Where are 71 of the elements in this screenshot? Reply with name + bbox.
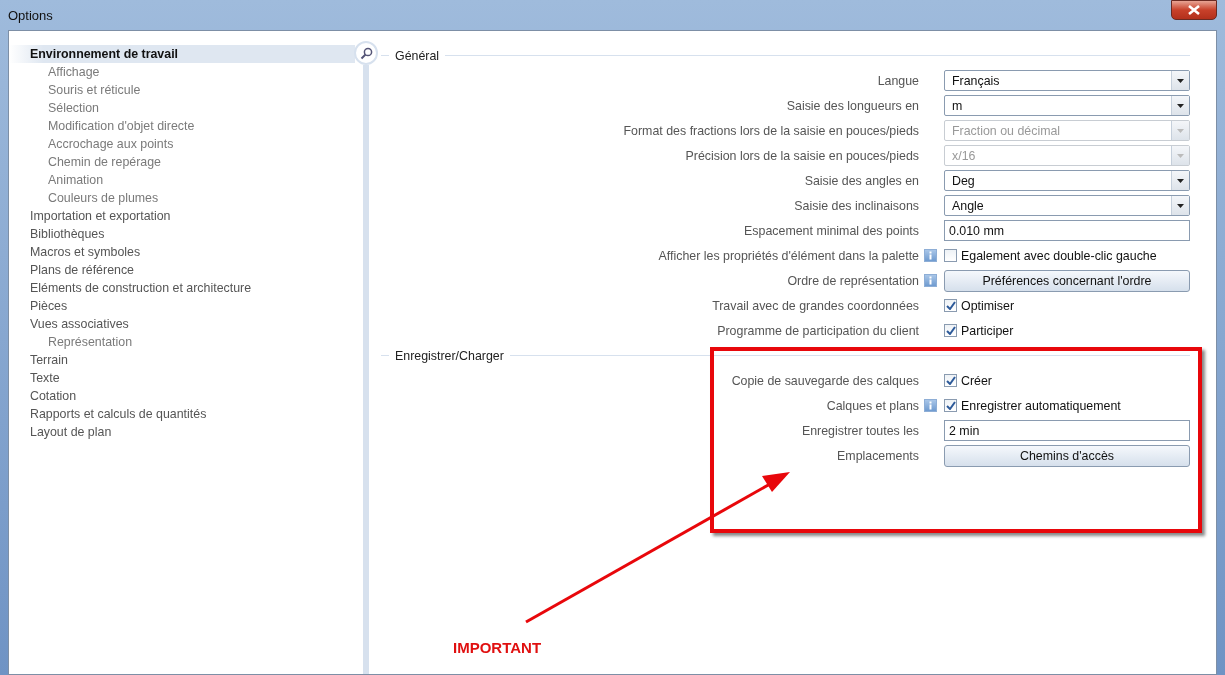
checkbox[interactable] <box>944 324 957 337</box>
caret-icon <box>1177 103 1184 108</box>
window-title: Options <box>8 7 53 23</box>
tree-item[interactable]: Vues associatives <box>9 315 355 333</box>
field-label: Travail avec de grandes coordonnées <box>712 298 920 313</box>
info-icon[interactable] <box>924 399 937 412</box>
info-icon[interactable] <box>924 249 937 262</box>
tree-item[interactable]: Eléments de construction et architecture <box>9 279 355 297</box>
dropdown[interactable]: Angle <box>944 195 1190 216</box>
search-icon[interactable] <box>354 41 378 65</box>
field-label: Programme de participation du client <box>717 323 920 338</box>
tree-item[interactable]: Accrochage aux points <box>9 135 355 153</box>
section-title: Enregistrer/Charger <box>395 348 504 363</box>
checkbox-label: Enregistrer automatiquement <box>961 398 1121 413</box>
tree-item[interactable]: Modification d'objet directe <box>9 117 355 135</box>
tree-item[interactable]: Souris et réticule <box>9 81 355 99</box>
section-title: Général <box>395 48 440 63</box>
checkbox[interactable] <box>944 374 957 387</box>
checkbox[interactable] <box>944 299 957 312</box>
close-button[interactable] <box>1171 0 1217 20</box>
button[interactable]: Chemins d'accès <box>944 444 1190 467</box>
field-label: Copie de sauvegarde des calques <box>731 373 920 388</box>
caret-icon <box>1177 178 1184 183</box>
tree-item[interactable]: Rapports et calculs de quantités <box>9 405 355 423</box>
tree-item[interactable]: Terrain <box>9 351 355 369</box>
input-field[interactable]: 2 min <box>944 420 1190 441</box>
field-label: Saisie des inclinaisons <box>794 198 920 213</box>
field-label: Saisie des longueurs en <box>786 98 920 113</box>
input-field[interactable]: 0.010 mm <box>944 220 1190 241</box>
dropdown[interactable]: Français <box>944 70 1190 91</box>
checkbox-label: Créer <box>961 373 992 388</box>
tree-item[interactable]: Pièces <box>9 297 355 315</box>
button[interactable]: Préférences concernant l'ordre <box>944 269 1190 292</box>
field-label: Langue <box>877 73 920 88</box>
tree-item[interactable]: Couleurs de plumes <box>9 189 355 207</box>
tree-item[interactable]: Affichage <box>9 63 355 81</box>
checkbox-label: Egalement avec double-clic gauche <box>961 248 1157 263</box>
tree-item[interactable]: Layout de plan <box>9 423 355 441</box>
caret-icon <box>1177 203 1184 208</box>
field-label: Format des fractions lors de la saisie en pouces/pieds <box>623 123 920 138</box>
info-icon[interactable] <box>924 274 937 287</box>
checkbox-label: Optimiser <box>961 298 1014 313</box>
field-label: Emplacements <box>837 448 920 463</box>
tree-item[interactable]: Plans de référence <box>9 261 355 279</box>
close-icon <box>1187 5 1201 15</box>
dropdown[interactable]: m <box>944 95 1190 116</box>
caret-icon <box>1177 128 1184 133</box>
checkbox[interactable] <box>944 399 957 412</box>
tree-item[interactable]: Animation <box>9 171 355 189</box>
field-label: Précision lors de la saisie en pouces/pieds <box>685 148 920 163</box>
field-label: Afficher les propriétés d'élément dans la palette <box>658 248 920 263</box>
caret-icon <box>1177 78 1184 83</box>
tree-item[interactable]: Bibliothèques <box>9 225 355 243</box>
tree-item[interactable]: Texte <box>9 369 355 387</box>
tree-item[interactable]: Macros et symboles <box>9 243 355 261</box>
field-label: Calques et plans <box>826 398 920 413</box>
field-label: Ordre de représentation <box>787 273 920 288</box>
annotation-label: IMPORTANT <box>453 639 542 656</box>
tree-item[interactable]: Environnement de travail <box>9 45 355 63</box>
tree-item[interactable]: Représentation <box>9 333 355 351</box>
caret-icon <box>1177 153 1184 158</box>
dropdown[interactable]: Deg <box>944 170 1190 191</box>
checkbox-label: Participer <box>961 323 1014 338</box>
checkbox[interactable] <box>944 249 957 262</box>
field-label: Espacement minimal des points <box>744 223 920 238</box>
tree-item[interactable]: Chemin de repérage <box>9 153 355 171</box>
field-label: Enregistrer toutes les <box>801 423 920 438</box>
tree-item[interactable]: Importation et exportation <box>9 207 355 225</box>
tree-item[interactable]: Sélection <box>9 99 355 117</box>
field-label: Saisie des angles en <box>804 173 920 188</box>
tree-item[interactable]: Cotation <box>9 387 355 405</box>
